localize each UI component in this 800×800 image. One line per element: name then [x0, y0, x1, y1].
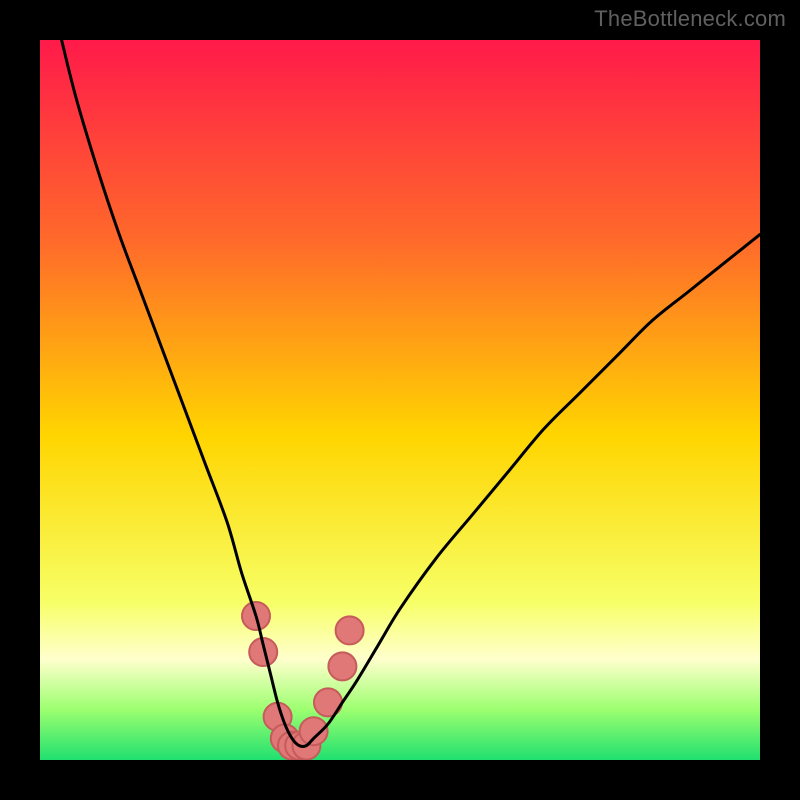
watermark-text: TheBottleneck.com [594, 6, 786, 32]
curve-marker [328, 652, 356, 680]
chart-stage: TheBottleneck.com [0, 0, 800, 800]
gradient-bg [40, 40, 760, 760]
curve-marker [336, 616, 364, 644]
plot-area [40, 40, 760, 760]
bottleneck-chart [40, 40, 760, 760]
